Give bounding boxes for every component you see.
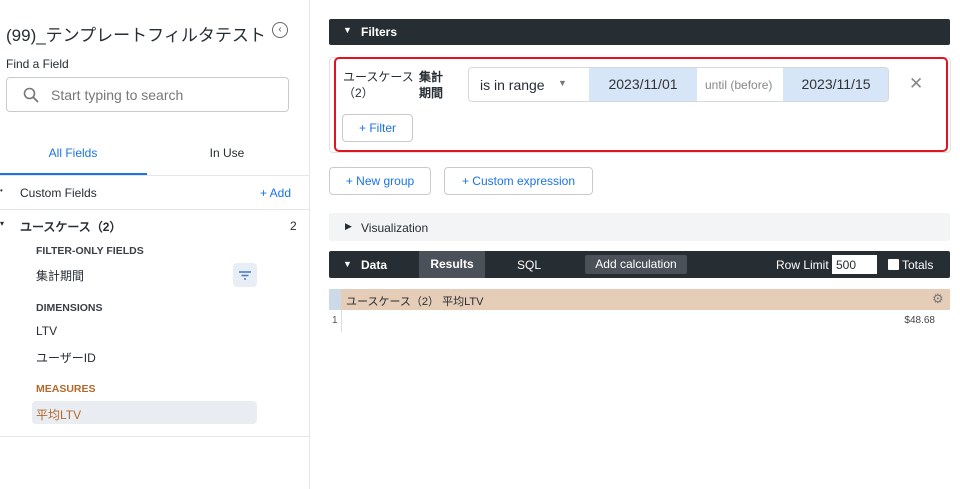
field-item[interactable]: 平均LTV: [36, 406, 81, 423]
view-name[interactable]: ユースケース（2）: [20, 218, 121, 235]
caret-down-icon: ▼: [343, 25, 352, 35]
data-label[interactable]: Data: [361, 258, 387, 272]
totals-checkbox[interactable]: [888, 259, 899, 270]
field-item[interactable]: ユーザーID: [36, 349, 96, 366]
data-section-header: ▼ Data Results SQL Add calculation Row L…: [329, 251, 950, 278]
tab-all-fields[interactable]: All Fields: [0, 146, 146, 160]
search-placeholder: Start typing to search: [51, 87, 184, 103]
collapse-sidebar-icon[interactable]: ‹: [272, 22, 288, 38]
visualization-label: Visualization: [361, 221, 429, 235]
visualization-section-header[interactable]: ▶ Visualization: [329, 213, 950, 241]
find-field-label: Find a Field: [6, 57, 69, 71]
caret-right-icon: ▶: [345, 221, 352, 231]
filter-range-control: is in range ▼ 2023/11/01 until (before) …: [468, 67, 889, 102]
tab-sql[interactable]: SQL: [517, 258, 541, 272]
filter-icon: [239, 271, 251, 280]
totals-label: Totals: [902, 258, 934, 272]
divider: [0, 175, 309, 176]
tab-results[interactable]: Results: [419, 251, 485, 278]
remove-filter-icon[interactable]: ✕: [909, 74, 923, 94]
view-count: 2: [290, 219, 297, 233]
row-number: 1: [332, 315, 338, 326]
measures-header: MEASURES: [36, 383, 96, 395]
caret-down-icon[interactable]: ▼: [343, 259, 352, 269]
column-header[interactable]: ユースケース（2） 平均LTV ⚙: [341, 289, 950, 310]
add-calculation-button[interactable]: Add calculation: [585, 255, 687, 274]
filter-by-field-button[interactable]: [233, 263, 257, 287]
row-number-header: [329, 289, 341, 310]
row-limit-label: Row Limit: [776, 258, 829, 272]
expand-icon[interactable]: •: [0, 186, 3, 195]
search-input[interactable]: Start typing to search: [6, 77, 289, 112]
filter-only-header: FILTER-ONLY FIELDS: [36, 245, 144, 257]
gear-icon[interactable]: ⚙: [932, 291, 944, 307]
search-icon: [23, 87, 39, 103]
dropdown-caret-icon[interactable]: ▼: [558, 78, 567, 88]
dimensions-header: DIMENSIONS: [36, 302, 103, 314]
field-picker-sidebar: (99)_テンプレートフィルタテスト ‹ Find a Field Start …: [0, 0, 310, 489]
until-label: until (before): [705, 78, 773, 92]
caret-down-icon[interactable]: ▾: [0, 219, 4, 228]
column-header-label: ユースケース（2） 平均LTV: [346, 296, 484, 308]
filters-section-header[interactable]: ▼ Filters: [329, 19, 950, 45]
add-filter-button[interactable]: + Filter: [342, 114, 413, 142]
from-date-input[interactable]: 2023/11/01: [589, 68, 697, 101]
explore-title: (99)_テンプレートフィルタテスト: [6, 26, 266, 45]
divider: [0, 209, 309, 210]
row-limit-input[interactable]: 500: [832, 255, 877, 274]
to-date-input[interactable]: 2023/11/15: [783, 68, 888, 101]
divider: [0, 436, 309, 437]
field-item[interactable]: 集計期間: [36, 267, 84, 284]
divider: [341, 310, 342, 332]
custom-fields-section[interactable]: Custom Fields: [20, 186, 97, 200]
new-group-button[interactable]: + New group: [329, 167, 431, 195]
field-item[interactable]: LTV: [36, 324, 57, 338]
cell-value: $48.68: [904, 315, 935, 326]
add-custom-field-button[interactable]: + Add: [260, 186, 291, 200]
filters-label: Filters: [361, 25, 398, 39]
tab-in-use[interactable]: In Use: [154, 146, 300, 160]
filter-field-name: 集計期間: [419, 70, 444, 100]
operator-select[interactable]: is in range: [480, 77, 545, 93]
filter-field-view: ユースケース（2）: [343, 70, 414, 100]
custom-expression-button[interactable]: + Custom expression: [444, 167, 593, 195]
